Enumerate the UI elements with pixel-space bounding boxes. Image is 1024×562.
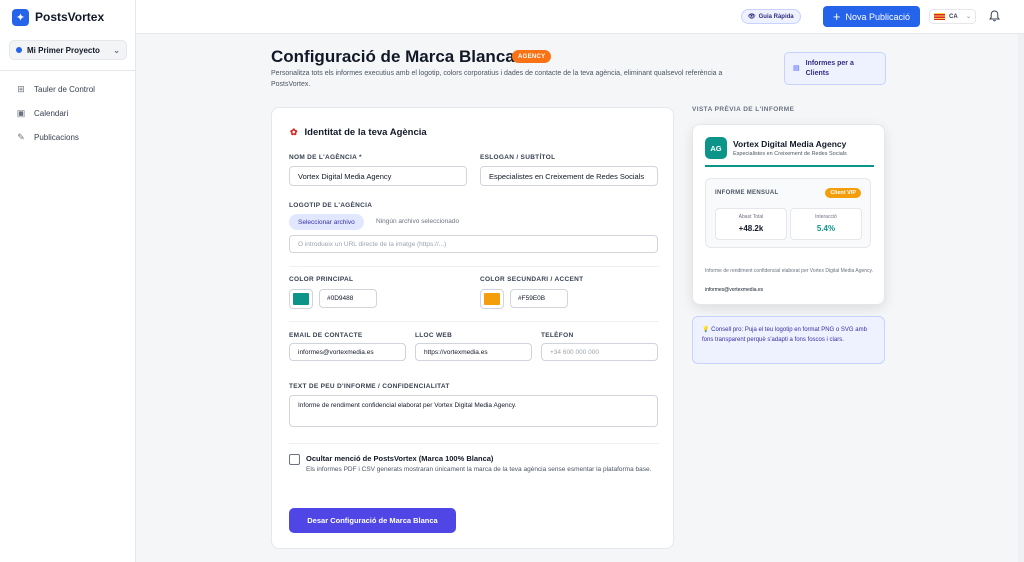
slogan-input[interactable]: Especialistes en Creixement de Redes Soc… bbox=[480, 166, 658, 186]
agency-badge: AGENCY bbox=[512, 50, 552, 63]
primary-color-picker[interactable] bbox=[289, 289, 313, 309]
agency-avatar: AG bbox=[705, 137, 727, 159]
preview-footer-text: Informe de rendiment confidencial elabor… bbox=[705, 268, 874, 274]
language-selector[interactable]: CA ⌄ bbox=[929, 9, 976, 24]
scrollbar[interactable] bbox=[1018, 34, 1024, 562]
email-label: EMAIL DE CONTACTE bbox=[289, 332, 363, 339]
hide-branding-checkbox[interactable] bbox=[289, 454, 300, 465]
phone-label: TELÈFON bbox=[541, 332, 574, 339]
secondary-color-label: COLOR SECUNDARI / ACCENT bbox=[480, 276, 584, 283]
monthly-report-box: INFORME MENSUAL Client VIP Abast Total +… bbox=[705, 178, 871, 248]
project-name: Mi Primer Proyecto bbox=[27, 45, 100, 55]
primary-color-input[interactable]: #0D9488 bbox=[319, 289, 377, 308]
save-button[interactable]: Desar Configuració de Marca Blanca bbox=[289, 508, 456, 533]
project-dot-icon bbox=[16, 47, 22, 53]
new-post-label: Nova Publicació bbox=[845, 11, 911, 22]
sidebar-item-publications[interactable]: ✎ Publicacions bbox=[0, 125, 135, 149]
lightbulb-icon: 💡 bbox=[702, 327, 710, 333]
sidebar-item-dashboard[interactable]: ⊞ Tauler de Control bbox=[0, 77, 135, 101]
page-title: Configuració de Marca Blanca bbox=[271, 47, 515, 66]
eye-icon: 👁 bbox=[748, 14, 756, 20]
metric-engagement: Interacció 5.4% bbox=[790, 208, 862, 240]
preview-slogan: Especialistes en Creixement de Redes Soc… bbox=[733, 151, 847, 157]
bell-icon[interactable] bbox=[989, 10, 1000, 25]
secondary-color-picker[interactable] bbox=[480, 289, 504, 309]
document-icon: ▤ bbox=[793, 64, 800, 72]
client-reports-label: Informes per a Clients bbox=[805, 59, 854, 77]
app-name: PostsVortex bbox=[35, 10, 105, 24]
divider bbox=[289, 266, 659, 267]
quick-guide-label: Guia Ràpida bbox=[758, 13, 794, 20]
secondary-color-swatch bbox=[484, 293, 500, 305]
sidebar-item-calendar[interactable]: ▣ Calendari bbox=[0, 101, 135, 125]
sidebar-item-label: Tauler de Control bbox=[34, 84, 95, 94]
calendar-icon: ▣ bbox=[16, 107, 26, 118]
divider bbox=[289, 443, 659, 444]
sidebar-item-label: Calendari bbox=[34, 108, 69, 118]
preview-email: informes@vortexmedia.es bbox=[705, 287, 764, 293]
plus-icon: + bbox=[832, 9, 841, 24]
website-label: LLOC WEB bbox=[415, 332, 453, 339]
sidebar-divider bbox=[0, 70, 135, 71]
language-code: CA bbox=[949, 13, 958, 20]
agency-name-input[interactable]: Vortex Digital Media Agency bbox=[289, 166, 467, 186]
preview-header-line bbox=[705, 165, 874, 167]
metric-value: 5.4% bbox=[816, 224, 836, 233]
quick-guide-button[interactable]: 👁 Guia Ràpida bbox=[741, 9, 801, 24]
edit-icon: ✎ bbox=[17, 131, 25, 142]
agency-identity-form: ✿ Identitat de la teva Agència NOM DE L'… bbox=[271, 107, 674, 549]
chevron-down-icon: ⌄ bbox=[965, 14, 971, 20]
slogan-label: ESLOGAN / SUBTÍTOL bbox=[480, 154, 556, 161]
pro-tip-text: Consell pro: Puja el teu logotip en form… bbox=[702, 327, 867, 343]
brand[interactable]: ✦ PostsVortex bbox=[0, 0, 135, 34]
agency-name-label: NOM DE L'AGÈNCIA * bbox=[289, 154, 362, 161]
section-title-text: Identitat de la teva Agència bbox=[304, 127, 427, 138]
metric-label: Interacció bbox=[815, 214, 837, 220]
palette-icon: ✿ bbox=[290, 127, 298, 137]
footer-text-label: TEXT DE PEU D'INFORME / CONFIDENCIALITAT bbox=[289, 383, 450, 390]
sidebar-item-label: Publicacions bbox=[34, 132, 79, 142]
select-file-button[interactable]: Seleccionar archivo bbox=[289, 214, 364, 230]
top-header: 👁 Guia Ràpida + Nova Publicació CA ⌄ bbox=[136, 0, 1024, 34]
sidebar: ✦ PostsVortex Mi Primer Proyecto ⌄ ⊞ Tau… bbox=[0, 0, 136, 562]
section-title: ✿ Identitat de la teva Agència bbox=[290, 127, 427, 138]
vip-badge: Client VIP bbox=[825, 188, 861, 198]
file-status: Ningún archivo seleccionado bbox=[376, 218, 460, 225]
chevron-down-icon: ⌄ bbox=[113, 45, 120, 55]
client-reports-button[interactable]: ▤ Informes per a Clients bbox=[784, 52, 886, 85]
report-preview-card: AG Vortex Digital Media Agency Especiali… bbox=[692, 124, 885, 305]
primary-color-label: COLOR PRINCIPAL bbox=[289, 276, 354, 283]
logo-label: LOGOTIP DE L'AGÈNCIA bbox=[289, 202, 373, 209]
logo-url-input[interactable]: O introdueix un URL directe de la imatge… bbox=[289, 235, 658, 253]
metric-label: Abast Total bbox=[738, 214, 764, 220]
spark-icon: ✦ bbox=[12, 8, 29, 26]
catalan-flag-icon bbox=[934, 13, 945, 20]
divider bbox=[289, 321, 659, 322]
pro-tip: 💡 Consell pro: Puja el teu logotip en fo… bbox=[692, 316, 885, 364]
preview-label: VISTA PRÈVIA DE L'INFORME bbox=[692, 106, 795, 113]
new-post-button[interactable]: + Nova Publicació bbox=[823, 6, 920, 27]
primary-color-swatch bbox=[293, 293, 309, 305]
preview-agency-name: Vortex Digital Media Agency bbox=[733, 139, 847, 149]
report-title: INFORME MENSUAL bbox=[715, 190, 779, 196]
email-field[interactable]: informes@vortexmedia.es bbox=[289, 343, 406, 361]
metric-value: +48.2k bbox=[738, 224, 764, 233]
phone-field[interactable]: +34 600 000 000 bbox=[541, 343, 658, 361]
secondary-color-input[interactable]: #F59E0B bbox=[510, 289, 568, 308]
footer-text-area[interactable]: Informe de rendiment confidencial elabor… bbox=[289, 395, 658, 427]
grid-icon: ⊞ bbox=[17, 83, 25, 94]
hide-branding-title: Ocultar menció de PostsVortex (Marca 100… bbox=[306, 454, 494, 463]
hide-branding-description: Els informes PDF i CSV generats mostrara… bbox=[306, 466, 652, 473]
project-selector[interactable]: Mi Primer Proyecto ⌄ bbox=[9, 40, 127, 60]
website-field[interactable]: https://vortexmedia.es bbox=[415, 343, 532, 361]
page-description: Personalitza tots els informes executius… bbox=[271, 70, 723, 88]
metric-reach: Abast Total +48.2k bbox=[715, 208, 787, 240]
